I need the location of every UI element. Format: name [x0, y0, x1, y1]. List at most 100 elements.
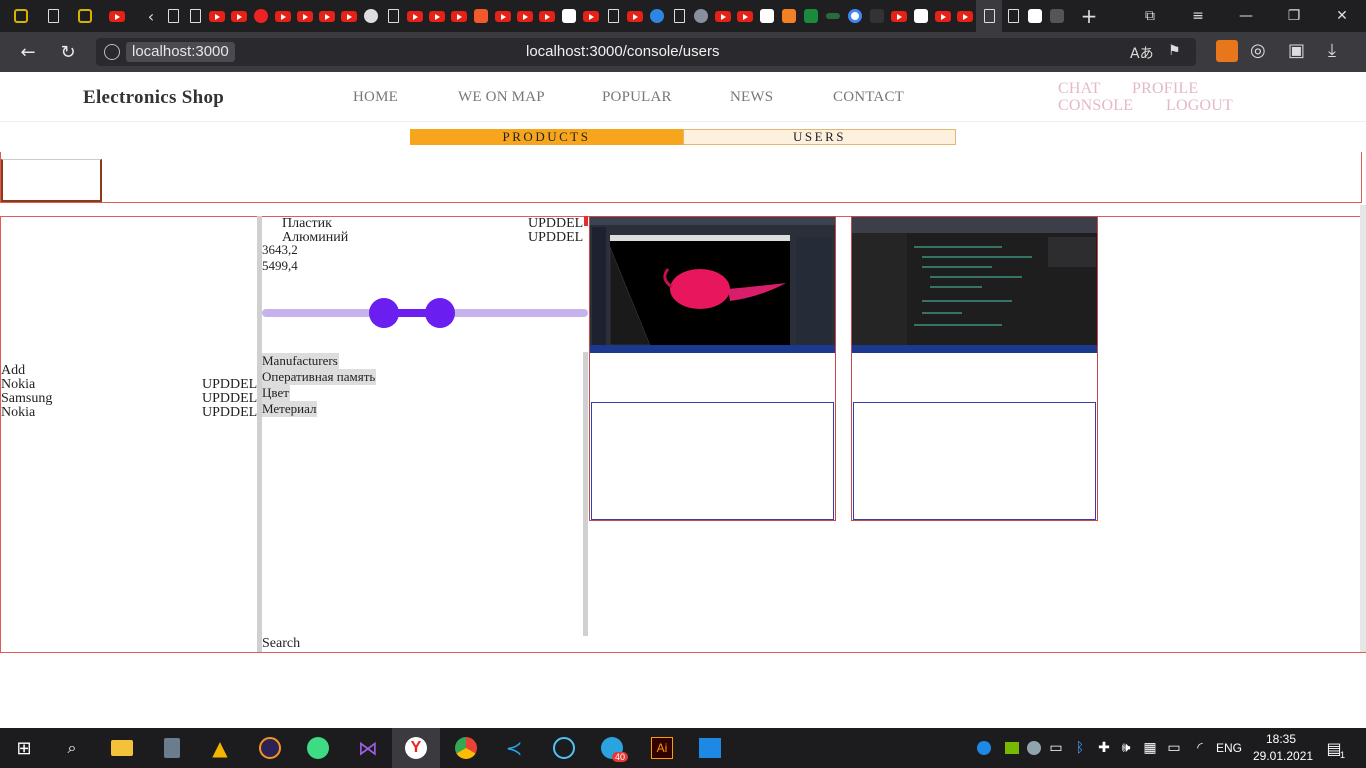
tab-youtube-icon[interactable]	[272, 5, 294, 27]
nav-profile[interactable]: PROFILE	[1132, 80, 1198, 98]
tab-youtube-icon[interactable]	[106, 5, 128, 27]
search-button[interactable]: Search	[262, 637, 300, 651]
new-tab-icon[interactable]: +	[1078, 4, 1100, 28]
site-info-icon[interactable]	[104, 44, 120, 60]
yandex-browser-icon[interactable]: Y	[404, 736, 428, 760]
language-indicator[interactable]: ENG	[1216, 741, 1242, 755]
tab-youtube-icon[interactable]	[888, 5, 910, 27]
media-player-icon[interactable]	[698, 736, 722, 760]
tab-active-doc-icon[interactable]	[976, 0, 1002, 32]
manufacturer-upddel-button[interactable]: UPDDEL	[202, 406, 257, 420]
product-card-details[interactable]	[591, 402, 834, 520]
nav-console[interactable]: CONSOLE	[1058, 97, 1133, 115]
page-scrollbar[interactable]	[1360, 205, 1366, 652]
restore-icon[interactable]: ❐	[1270, 0, 1318, 32]
tab-doc-icon[interactable]	[162, 5, 184, 27]
add-manufacturer-button[interactable]: Add	[1, 364, 25, 378]
tab-youtube-icon[interactable]	[426, 5, 448, 27]
tab-youtube-icon[interactable]	[514, 5, 536, 27]
tab-youtube-icon[interactable]	[580, 5, 602, 27]
tab-mail-icon[interactable]	[1046, 5, 1068, 27]
nav-news[interactable]: NEWS	[730, 89, 773, 106]
tab-doc-icon[interactable]	[602, 5, 624, 27]
tab-doc-icon[interactable]	[1002, 5, 1024, 27]
tray-app-icon[interactable]	[972, 736, 996, 760]
nav-contact[interactable]: CONTACT	[833, 89, 904, 106]
tab-github-icon[interactable]	[360, 5, 382, 27]
reload-icon[interactable]: ↻	[56, 40, 80, 64]
attribute-item[interactable]: Метериал	[262, 401, 318, 417]
attribute-item[interactable]: Manufacturers	[262, 353, 339, 369]
volume-icon[interactable]: 🕪	[1114, 736, 1138, 760]
extension-chat-icon[interactable]: ▣	[1288, 40, 1305, 61]
upper-input-box[interactable]	[1, 159, 102, 202]
tab-youtube-icon[interactable]	[404, 5, 426, 27]
tab-link-icon[interactable]	[822, 5, 844, 27]
tab-youtube-icon[interactable]	[712, 5, 734, 27]
attribute-item[interactable]: Оперативная память	[262, 369, 377, 385]
material-upddel-button[interactable]: UPDDEL	[528, 217, 583, 231]
nav-logout[interactable]: LOGOUT	[1166, 97, 1233, 115]
price-slider-min-thumb[interactable]	[369, 298, 399, 328]
calculator-icon[interactable]	[160, 736, 184, 760]
wifi-icon[interactable]: ◜	[1188, 736, 1212, 760]
product-card[interactable]	[851, 216, 1098, 521]
start-windows-icon[interactable]: ⊞	[12, 736, 36, 760]
tab-white-icon[interactable]	[910, 5, 932, 27]
minimize-icon[interactable]: —	[1222, 0, 1270, 32]
tab-edge-icon[interactable]	[646, 5, 668, 27]
tab-products[interactable]: PRODUCTS	[410, 129, 683, 145]
tab-gear-icon[interactable]	[690, 5, 712, 27]
eclipse-icon[interactable]	[258, 736, 282, 760]
search-icon[interactable]: ⌕	[60, 736, 84, 760]
tray-drive-icon[interactable]	[1022, 736, 1046, 760]
material-upddel-button[interactable]: UPDDEL	[528, 231, 583, 244]
tab-google-icon[interactable]	[844, 5, 866, 27]
tab-youtube-icon[interactable]	[338, 5, 360, 27]
price-slider-max-thumb[interactable]	[425, 298, 455, 328]
tab-white-icon[interactable]	[558, 5, 580, 27]
tab-youtube-icon[interactable]	[536, 5, 558, 27]
visual-studio-icon[interactable]: ⋈	[356, 736, 380, 760]
tray-keyboard-icon[interactable]: ▦	[1138, 736, 1162, 760]
tab-brave-icon[interactable]	[470, 5, 492, 27]
nav-we-on-map[interactable]: WE ON MAP	[458, 89, 545, 106]
tray-monitor-icon[interactable]: ▭	[1044, 736, 1068, 760]
tab-white-icon[interactable]	[756, 5, 778, 27]
tab-youtube-icon[interactable]	[448, 5, 470, 27]
tab-doc-icon[interactable]	[42, 5, 64, 27]
manufacturer-upddel-button[interactable]: UPDDEL	[202, 392, 257, 406]
tab-doc-icon[interactable]	[382, 5, 404, 27]
nav-chat[interactable]: CHAT	[1058, 80, 1101, 98]
url-host-chip[interactable]: localhost:3000	[126, 42, 235, 62]
tray-battery-icon[interactable]: ▭	[1162, 736, 1186, 760]
android-studio-icon[interactable]	[306, 736, 330, 760]
chrome-icon[interactable]	[454, 736, 478, 760]
tab-youtube-icon[interactable]	[492, 5, 514, 27]
app-circle-icon[interactable]	[552, 736, 576, 760]
bookmark-icon[interactable]: ⚑	[1168, 43, 1181, 59]
tab-youtube-icon[interactable]	[954, 5, 976, 27]
tab-youtube-icon[interactable]	[932, 5, 954, 27]
vscode-icon[interactable]: ≺	[502, 736, 526, 760]
nav-home[interactable]: HOME	[353, 89, 398, 106]
close-icon[interactable]: ✕	[1318, 0, 1366, 32]
tab-w-icon[interactable]	[800, 5, 822, 27]
app-triangle-icon[interactable]: ▲	[208, 736, 232, 760]
extension-target-icon[interactable]: ◎	[1250, 40, 1266, 61]
translate-icon[interactable]: Aあ	[1130, 43, 1154, 63]
menu-icon[interactable]: ≡	[1174, 0, 1222, 32]
tab-icon-ext[interactable]	[74, 5, 96, 27]
tab-icon-ext[interactable]	[10, 5, 32, 27]
tab-users[interactable]: USERS	[683, 129, 956, 145]
clock-date[interactable]: 29.01.2021	[1253, 749, 1313, 763]
tab-doc-icon[interactable]	[184, 5, 206, 27]
tab-youtube-icon[interactable]	[294, 5, 316, 27]
tab-doc-icon[interactable]	[668, 5, 690, 27]
attribute-item[interactable]: Цвет	[262, 385, 290, 401]
illustrator-icon[interactable]: Ai	[650, 736, 674, 760]
manufacturer-upddel-button[interactable]: UPDDEL	[202, 378, 257, 392]
tab-youtube-icon[interactable]	[316, 5, 338, 27]
tab-white-icon[interactable]	[1024, 5, 1046, 27]
tab-youtube-icon[interactable]	[206, 5, 228, 27]
